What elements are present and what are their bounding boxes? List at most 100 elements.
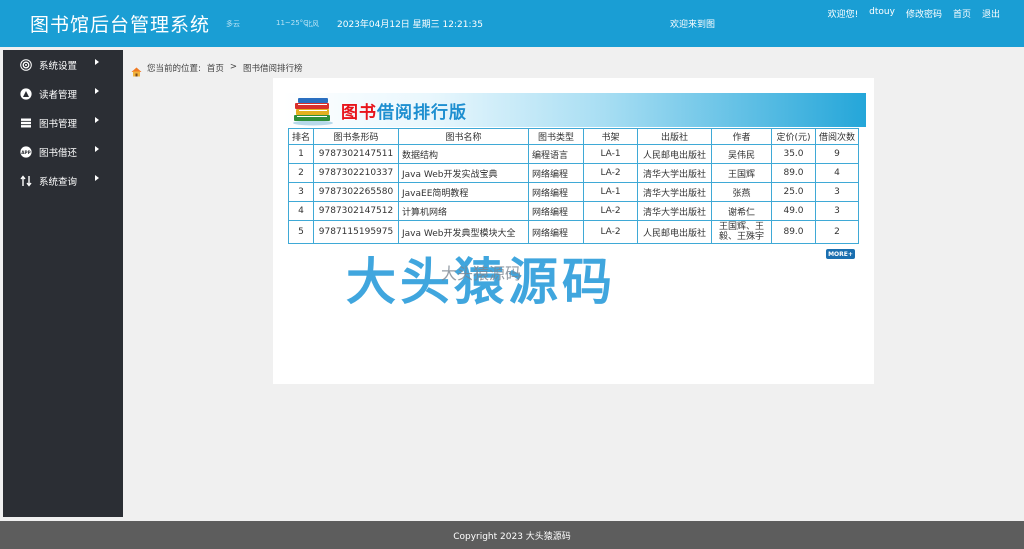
- cell-publisher: 清华大学出版社: [637, 201, 713, 221]
- svg-text:APP: APP: [21, 149, 30, 154]
- banner-title-blue: 借阅排行版: [377, 103, 467, 123]
- sidebar-item-system-query[interactable]: 系统查询: [3, 166, 123, 195]
- app-icon: APP: [19, 145, 32, 158]
- cell-author: 张燕: [711, 182, 773, 202]
- weather-wind: 北风: [305, 20, 319, 28]
- cell-borrow-count: 4: [815, 163, 860, 183]
- sidebar-item-label: 图书管理: [39, 118, 78, 130]
- cell-rank: 1: [287, 144, 315, 164]
- chevron-right-icon: [95, 175, 99, 181]
- cell-book-name: Java Web开发实战宝典: [398, 163, 530, 183]
- copyright-text: Copyright 2023 大头猿源码: [453, 531, 571, 542]
- app-title: 图书馆后台管理系统: [30, 14, 211, 36]
- col-header-book-name: 图书名称: [398, 128, 530, 145]
- current-datetime: 2023年04月12日 星期三 12:21:35: [337, 20, 483, 30]
- query-icon: [19, 174, 32, 187]
- welcome-banner: 欢迎来到图: [670, 20, 716, 30]
- cell-price: 49.0: [771, 201, 817, 221]
- chevron-right-icon: [95, 88, 99, 94]
- books-icon: [19, 116, 32, 129]
- cell-book-type: 网络编程: [528, 201, 585, 221]
- chevron-right-icon: [95, 59, 99, 65]
- cell-price: 35.0: [771, 144, 817, 164]
- cell-author: 谢希仁: [711, 201, 773, 221]
- sidebar-item-book-borrow-return[interactable]: APP 图书借还: [3, 137, 123, 166]
- logout-link[interactable]: 退出: [982, 7, 1000, 20]
- cell-publisher: 清华大学出版社: [637, 182, 713, 202]
- table-row: 1 9787302147511 数据结构 编程语言 LA-1 人民邮电出版社 吴…: [287, 144, 860, 164]
- col-header-book-type: 图书类型: [528, 128, 585, 145]
- table-row: 2 9787302210337 Java Web开发实战宝典 网络编程 LA-2…: [287, 163, 860, 183]
- cell-shelf: LA-2: [583, 163, 639, 183]
- sidebar-item-label: 读者管理: [39, 89, 78, 101]
- cell-shelf: LA-2: [583, 220, 639, 244]
- cell-book-name: 计算机网络: [398, 201, 530, 221]
- col-header-barcode: 图书条形码: [313, 128, 400, 145]
- chevron-right-icon: [95, 146, 99, 152]
- table-row: 5 9787115195975 Java Web开发典型模块大全 网络编程 LA…: [287, 220, 860, 244]
- cell-publisher: 人民邮电出版社: [637, 220, 713, 244]
- cell-borrow-count: 3: [815, 201, 860, 221]
- watermark-small: 大头猿源码: [441, 264, 521, 283]
- sidebar-item-label: 系统查询: [39, 176, 78, 188]
- cell-book-name: 数据结构: [398, 144, 530, 164]
- cell-book-type: 网络编程: [528, 163, 585, 183]
- cell-book-name: JavaEE简明教程: [398, 182, 530, 202]
- cell-barcode: 9787302147511: [313, 144, 400, 164]
- breadcrumb: 您当前的位置: 首页 > 图书借阅排行榜: [131, 58, 303, 78]
- banner-title-red: 图书: [341, 103, 377, 123]
- col-header-price: 定价(元): [771, 128, 817, 145]
- cell-price: 89.0: [771, 163, 817, 183]
- more-button[interactable]: MORE+: [826, 249, 855, 259]
- change-password-link[interactable]: 修改密码: [906, 7, 942, 20]
- footer: Copyright 2023 大头猿源码: [0, 521, 1024, 549]
- sidebar-item-book-management[interactable]: 图书管理: [3, 108, 123, 137]
- ranking-panel: 图书借阅排行版 排名 图书条形码 图书名称 图书类型 书架 出版社 作者 定价(…: [273, 78, 874, 384]
- cell-barcode: 9787302265580: [313, 182, 400, 202]
- cell-price: 89.0: [771, 220, 817, 244]
- breadcrumb-home[interactable]: 首页: [207, 62, 224, 74]
- top-links: 欢迎您! dtouy 修改密码 首页 退出: [828, 7, 1000, 20]
- cell-book-type: 网络编程: [528, 220, 585, 244]
- col-header-rank: 排名: [287, 128, 315, 145]
- sidebar-item-reader-management[interactable]: 读者管理: [3, 79, 123, 108]
- home-icon: [131, 67, 142, 80]
- ranking-banner: 图书借阅排行版: [283, 93, 866, 127]
- settings-icon: [19, 58, 32, 71]
- cell-rank: 4: [287, 201, 315, 221]
- welcome-text: 欢迎您!: [827, 10, 859, 20]
- sidebar: 系统设置 读者管理 图书管理 APP 图书借还 系统查询: [3, 50, 123, 517]
- sidebar-item-label: 系统设置: [39, 60, 78, 72]
- cell-publisher: 清华大学出版社: [637, 163, 713, 183]
- top-header: 图书馆后台管理系统 多云 11~25°C 北风 2023年04月12日 星期三 …: [0, 0, 1024, 47]
- breadcrumb-prefix: 您当前的位置:: [147, 64, 201, 74]
- cell-publisher: 人民邮电出版社: [637, 144, 713, 164]
- cell-borrow-count: 9: [815, 144, 860, 164]
- cell-rank: 5: [287, 220, 315, 244]
- banner-title: 图书借阅排行版: [341, 98, 467, 123]
- cell-barcode: 9787302147512: [313, 201, 400, 221]
- cell-author: 王国辉、王毅、王殊宇: [711, 220, 773, 244]
- col-header-author: 作者: [711, 128, 773, 145]
- col-header-shelf: 书架: [583, 128, 639, 145]
- home-link[interactable]: 首页: [953, 7, 971, 20]
- sidebar-item-label: 图书借还: [39, 147, 78, 159]
- cell-rank: 3: [287, 182, 315, 202]
- cell-shelf: LA-1: [583, 182, 639, 202]
- cell-barcode: 9787115195975: [313, 220, 400, 244]
- col-header-borrow-count: 借阅次数: [815, 128, 860, 145]
- username-link[interactable]: dtouy: [869, 7, 895, 20]
- cell-borrow-count: 3: [815, 182, 860, 202]
- sidebar-item-system-settings[interactable]: 系统设置: [3, 50, 123, 79]
- cell-book-name: Java Web开发典型模块大全: [398, 220, 530, 244]
- cell-author: 王国辉: [711, 163, 773, 183]
- cell-book-type: 网络编程: [528, 182, 585, 202]
- cell-borrow-count: 2: [815, 220, 860, 244]
- watermark-overlay: 大头猿源码 大头猿源码: [346, 253, 612, 311]
- chevron-right-icon: [95, 117, 99, 123]
- weather-temp: 11~25°C: [276, 19, 309, 27]
- col-header-publisher: 出版社: [637, 128, 713, 145]
- table-row: 3 9787302265580 JavaEE简明教程 网络编程 LA-1 清华大…: [287, 182, 860, 202]
- cell-author: 吴伟民: [711, 144, 773, 164]
- breadcrumb-separator: >: [229, 62, 238, 72]
